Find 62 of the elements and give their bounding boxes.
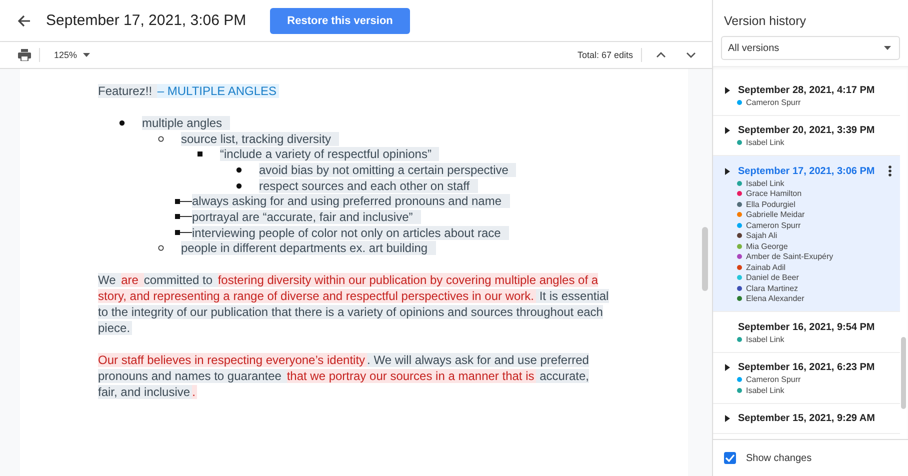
author-name: Isabel Link [746,138,784,148]
author-name: Grace Hamilton [746,189,802,198]
expand-icon[interactable] [725,86,730,94]
panel-title: Version history [723,13,807,30]
expand-icon[interactable] [725,168,730,174]
more-options-icon[interactable] [888,165,892,177]
document-heading: Featurez!! – MULTIPLE ANGLES [98,83,280,99]
list-item-text: people in different departments ex. art building [181,241,436,256]
list-item-text: source list, tracking diversity [181,132,340,146]
author-name: Daniel de Beer [746,273,799,282]
version-date: September 28, 2021, 4:17 PM [738,84,875,96]
show-changes-checkbox[interactable] [724,452,736,464]
author-name: Amber de Saint-Exupéry [746,252,834,262]
version-date: September 16, 2021, 6:23 PM [738,362,875,373]
author-name: Mia George [746,242,788,251]
restore-button[interactable]: Restore this version [270,8,410,34]
caret-icon [83,53,90,57]
version-filter-dropdown[interactable]: All versions [721,36,900,60]
list-item-text: portrayal are “accurate, fair and inclusive” [192,210,421,224]
list-item-text: respect sources and each other on staff [259,178,478,193]
document-paragraph: Our staff believes in respecting everyone’s identity . We will always ask for and use preferred pronouns and names to guarantee that we portray our sources in a manner that is accurate, fair, and inclusive . [98,352,590,400]
list-item-text: always asking for and using preferred pronouns and name [192,194,510,208]
author-name: Clara Martinez [746,284,798,293]
print-icon[interactable] [18,49,31,61]
author-name: Ella Podurgiel [746,200,796,209]
show-changes-label: Show changes [746,452,812,464]
version-title: September 17, 2021, 3:06 PM [46,12,246,29]
list-item-text: avoid bias by not omitting a certain perspective [259,162,516,177]
author-name: Cameron Spurr [746,375,801,384]
version-entry[interactable]: September 16, 2021, 6:23 PM Cameron Spurr Isabel Link [713,352,900,404]
chevron-down-icon [686,52,696,58]
author-name: Isabel Link [746,178,784,188]
author-name: Elena Alexander [746,294,804,304]
author-name: Isabel Link [746,386,784,395]
author-name: Zainab Adil [746,262,786,272]
document-paragraph: We are committed to fostering diversity within our publication by covering multiple angles of a story, and representing a range of diverse and respectful perspectives in our work. It is essential to the integrity of our publication that there is a variety of opinions and sources throughout each piece. [98,272,610,336]
caret-icon [884,46,891,50]
author-name: Gabrielle Meidar [746,210,805,220]
zoom-dropdown[interactable]: 125% [48,49,96,61]
version-date: September 20, 2021, 3:39 PM [738,125,875,136]
list-item-text: “include a variety of respectful opinions” [220,147,440,162]
author-name: Isabel Link [746,334,784,344]
version-entry[interactable]: September 15, 2021, 9:29 AM [713,404,900,434]
author-name: Cameron Spurr [746,98,801,107]
scrollbar[interactable] [702,227,708,291]
version-date: September 15, 2021, 9:29 AM [738,413,875,424]
author-name: Cameron Spurr [746,220,801,230]
list-item-text: multiple angles [142,116,230,130]
edit-count: Total: 67 edits [577,50,633,60]
scrollbar[interactable] [901,337,906,409]
list-item-text: interviewing people of color not only on articles about race [192,226,509,240]
version-date: September 16, 2021, 9:54 PM [738,322,875,332]
version-entry[interactable] [713,156,900,312]
chevron-up-icon [656,52,666,58]
expand-icon[interactable] [725,415,730,422]
expand-icon[interactable] [725,364,730,371]
author-name: Sajah Ali [746,231,778,240]
version-date: September 17, 2021, 3:06 PM [738,166,875,176]
expand-icon[interactable] [725,127,730,134]
back-arrow-icon [16,12,32,28]
version-entry[interactable]: September 16, 2021, 9:54 PM Isabel Link [713,312,900,352]
version-entry[interactable]: September 28, 2021, 4:17 PM Cameron Spurr [713,75,900,116]
